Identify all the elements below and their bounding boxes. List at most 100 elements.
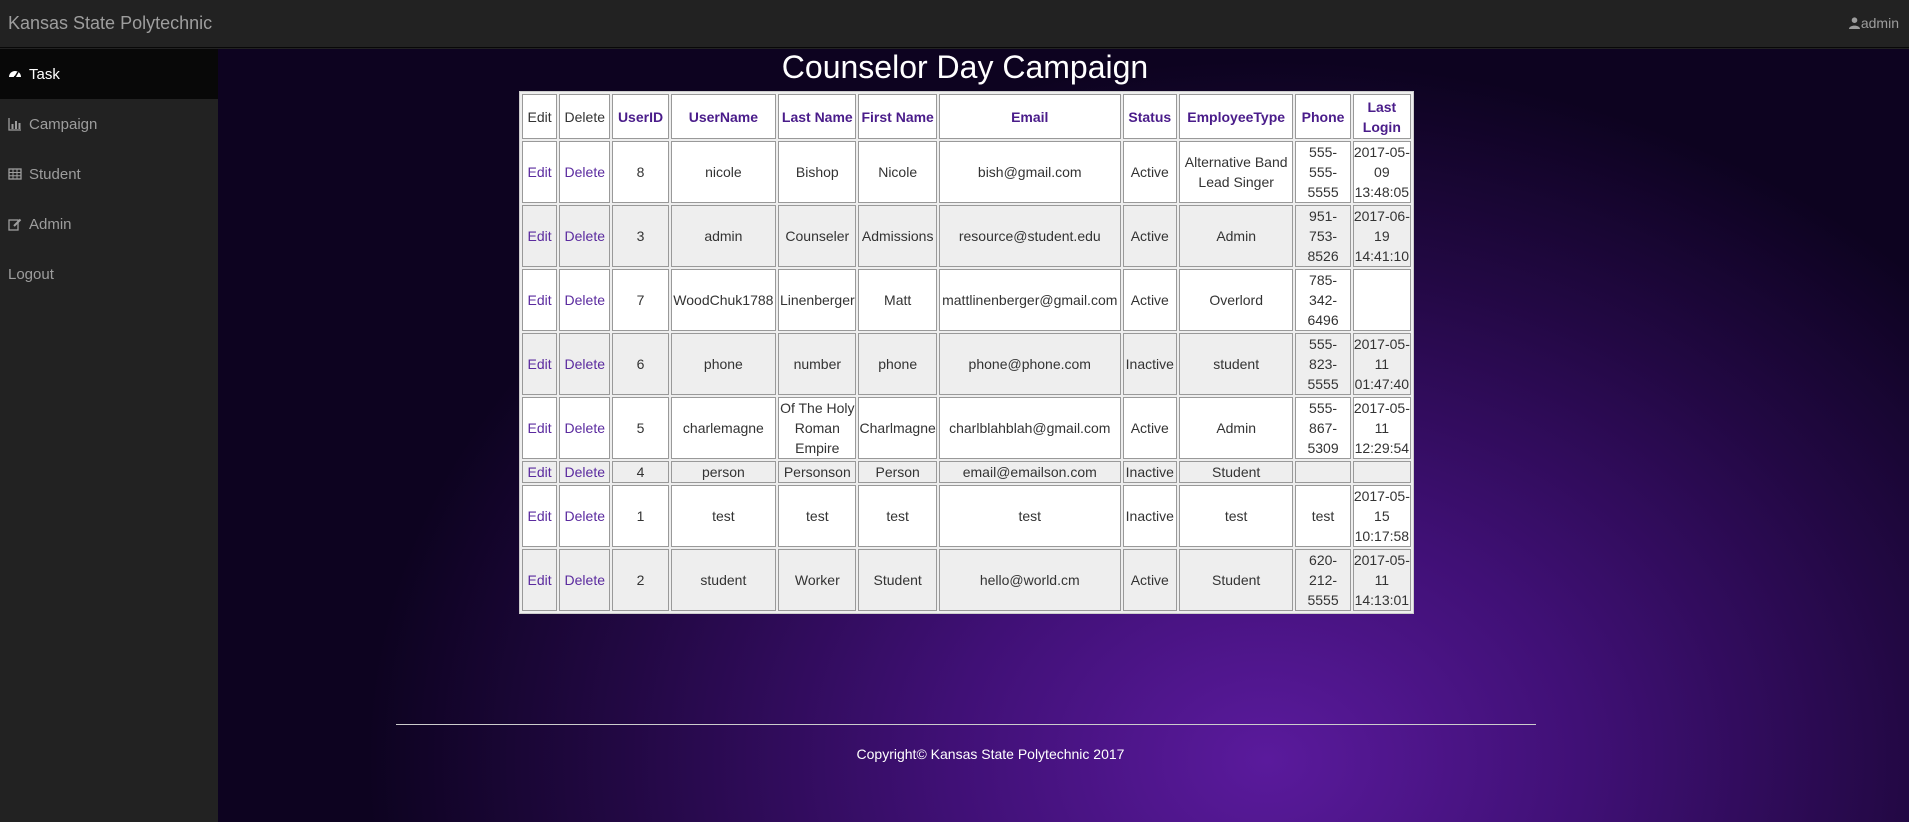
cell-last-name: number xyxy=(778,333,857,395)
cell-last-login: 2017-06-19 14:41:10 xyxy=(1352,205,1411,267)
sidebar-item-task[interactable]: Task xyxy=(0,49,218,99)
cell-userid: 7 xyxy=(612,269,669,331)
cell-email: phone@phone.com xyxy=(938,333,1121,395)
cell-userid: 8 xyxy=(612,141,669,203)
table-row: Edit Delete 3 admin Counseler Admissions… xyxy=(522,205,1411,267)
table-row: Edit Delete 2 student Worker Student hel… xyxy=(522,549,1411,611)
cell-first-name: Nicole xyxy=(858,141,937,203)
cell-status: Inactive xyxy=(1122,333,1177,395)
header-last-name[interactable]: Last Name xyxy=(778,94,857,139)
cell-last-name: Of The Holy Roman Empire xyxy=(778,397,857,459)
cell-last-name: Worker xyxy=(778,549,857,611)
cell-username: person xyxy=(670,461,777,483)
cell-phone: 785-342-6496 xyxy=(1295,269,1351,331)
delete-link[interactable]: Delete xyxy=(559,485,611,547)
copyright-text: Copyright© Kansas State Polytechnic 2017 xyxy=(856,746,1125,762)
table-row: Edit Delete 8 nicole Bishop Nicole bish@… xyxy=(522,141,1411,203)
top-navbar: Kansas State Polytechnic admin xyxy=(0,0,1909,48)
sidebar-item-label: Student xyxy=(29,165,81,183)
cell-employee-type: Admin xyxy=(1178,397,1294,459)
header-first-name[interactable]: First Name xyxy=(858,94,937,139)
users-table: Edit Delete UserID UserName Last Name Fi… xyxy=(519,91,1414,614)
header-edit: Edit xyxy=(522,94,558,139)
header-status[interactable]: Status xyxy=(1122,94,1177,139)
edit-link[interactable]: Edit xyxy=(522,141,558,203)
cell-last-login: 2017-05-11 14:13:01 xyxy=(1352,549,1411,611)
edit-link[interactable]: Edit xyxy=(522,397,558,459)
cell-status: Inactive xyxy=(1122,461,1177,483)
cell-userid: 3 xyxy=(612,205,669,267)
cell-last-login xyxy=(1352,269,1411,331)
delete-link[interactable]: Delete xyxy=(559,269,611,331)
cell-last-name: Linenberger xyxy=(778,269,857,331)
header-username[interactable]: UserName xyxy=(670,94,777,139)
brand-link[interactable]: Kansas State Polytechnic xyxy=(8,13,212,34)
cell-phone: test xyxy=(1295,485,1351,547)
cell-status: Inactive xyxy=(1122,485,1177,547)
sidebar-item-campaign[interactable]: Campaign xyxy=(0,99,218,149)
delete-link[interactable]: Delete xyxy=(559,333,611,395)
cell-status: Active xyxy=(1122,269,1177,331)
user-name: admin xyxy=(1860,15,1899,31)
cell-last-login: 2017-05-11 12:29:54 xyxy=(1352,397,1411,459)
user-icon xyxy=(1848,16,1860,32)
header-email[interactable]: Email xyxy=(938,94,1121,139)
edit-link[interactable]: Edit xyxy=(522,461,558,483)
cell-last-login: 2017-05-11 01:47:40 xyxy=(1352,333,1411,395)
sidebar-item-label: Task xyxy=(29,65,60,83)
footer-divider xyxy=(396,724,1536,725)
edit-link[interactable]: Edit xyxy=(522,333,558,395)
header-delete: Delete xyxy=(559,94,611,139)
sidebar-item-student[interactable]: Student xyxy=(0,149,218,199)
edit-link[interactable]: Edit xyxy=(522,485,558,547)
cell-first-name: Charlmagne xyxy=(858,397,937,459)
delete-link[interactable]: Delete xyxy=(559,141,611,203)
header-employee-type[interactable]: EmployeeType xyxy=(1178,94,1294,139)
cell-employee-type: Student xyxy=(1178,461,1294,483)
cell-employee-type: Alternative Band Lead Singer xyxy=(1178,141,1294,203)
edit-link[interactable]: Edit xyxy=(522,205,558,267)
sidebar: Task Campaign Student Admin Logout xyxy=(0,49,218,822)
sidebar-item-admin[interactable]: Admin xyxy=(0,199,218,249)
sidebar-item-label: Admin xyxy=(29,215,72,233)
user-menu[interactable]: admin xyxy=(1848,15,1899,32)
cell-phone: 555-555-5555 xyxy=(1295,141,1351,203)
cell-username: charlemagne xyxy=(670,397,777,459)
cell-last-name: Counseler xyxy=(778,205,857,267)
sidebar-item-logout[interactable]: Logout xyxy=(0,249,218,299)
cell-phone: 555-823-5555 xyxy=(1295,333,1351,395)
cell-userid: 5 xyxy=(612,397,669,459)
cell-first-name: test xyxy=(858,485,937,547)
table-icon xyxy=(8,167,22,181)
delete-link[interactable]: Delete xyxy=(559,549,611,611)
cell-employee-type: test xyxy=(1178,485,1294,547)
edit-icon xyxy=(8,217,22,231)
cell-username: student xyxy=(670,549,777,611)
header-phone[interactable]: Phone xyxy=(1295,94,1351,139)
cell-email: mattlinenberger@gmail.com xyxy=(938,269,1121,331)
edit-link[interactable]: Edit xyxy=(522,269,558,331)
cell-first-name: Matt xyxy=(858,269,937,331)
table-row: Edit Delete 5 charlemagne Of The Holy Ro… xyxy=(522,397,1411,459)
sidebar-item-label: Campaign xyxy=(29,115,98,133)
sidebar-item-label: Logout xyxy=(8,265,54,283)
cell-email: resource@student.edu xyxy=(938,205,1121,267)
cell-last-name: Bishop xyxy=(778,141,857,203)
cell-username: admin xyxy=(670,205,777,267)
bar-chart-icon xyxy=(8,117,22,131)
table-header-row: Edit Delete UserID UserName Last Name Fi… xyxy=(522,94,1411,139)
edit-link[interactable]: Edit xyxy=(522,549,558,611)
delete-link[interactable]: Delete xyxy=(559,205,611,267)
cell-phone xyxy=(1295,461,1351,483)
cell-employee-type: student xyxy=(1178,333,1294,395)
cell-employee-type: Admin xyxy=(1178,205,1294,267)
cell-username: WoodChuk1788 xyxy=(670,269,777,331)
cell-employee-type: Overlord xyxy=(1178,269,1294,331)
header-last-login[interactable]: Last Login xyxy=(1352,94,1411,139)
cell-last-name: test xyxy=(778,485,857,547)
delete-link[interactable]: Delete xyxy=(559,397,611,459)
header-userid[interactable]: UserID xyxy=(612,94,669,139)
delete-link[interactable]: Delete xyxy=(559,461,611,483)
cell-status: Active xyxy=(1122,549,1177,611)
cell-employee-type: Student xyxy=(1178,549,1294,611)
